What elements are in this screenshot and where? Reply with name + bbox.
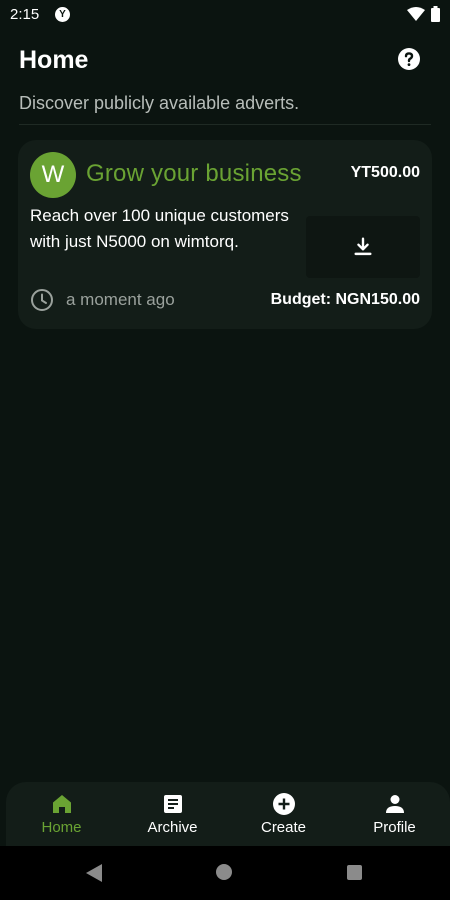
advert-title: Grow your business bbox=[86, 160, 302, 187]
download-icon bbox=[354, 237, 372, 256]
nav-home[interactable]: Home bbox=[6, 782, 117, 846]
advert-description: Reach over 100 unique customers with jus… bbox=[30, 206, 289, 251]
app-header: Home bbox=[0, 40, 450, 84]
back-icon[interactable] bbox=[86, 864, 102, 882]
posted-time: a moment ago bbox=[66, 290, 175, 309]
nav-create-label: Create bbox=[260, 819, 307, 836]
clock-icon bbox=[31, 289, 53, 311]
add-circle-icon bbox=[273, 793, 295, 815]
page-subtitle: Discover publicly available adverts. bbox=[19, 93, 300, 113]
app-notification-icon: Y bbox=[55, 7, 70, 22]
advert-budget: Budget: NGN150.00 bbox=[270, 291, 420, 308]
posted-time-row: a moment ago bbox=[30, 288, 175, 312]
nav-profile[interactable]: Profile bbox=[339, 782, 450, 846]
bottom-navigation: Home Archive Create Profile bbox=[6, 782, 450, 846]
archive-icon bbox=[164, 795, 182, 813]
nav-create[interactable]: Create bbox=[228, 782, 339, 846]
help-icon[interactable] bbox=[397, 47, 421, 71]
nav-home-label: Home bbox=[41, 819, 82, 836]
battery-icon bbox=[431, 6, 440, 22]
page-title: Home bbox=[19, 46, 89, 74]
status-bar: 2:15 Y bbox=[0, 0, 450, 30]
advertiser-avatar: W bbox=[30, 152, 76, 198]
home-circle-icon[interactable] bbox=[216, 864, 232, 880]
nav-profile-label: Profile bbox=[373, 819, 416, 836]
download-button[interactable] bbox=[306, 216, 420, 278]
recents-icon[interactable] bbox=[347, 865, 362, 880]
nav-archive-label: Archive bbox=[147, 819, 198, 836]
system-navigation-bar bbox=[0, 846, 450, 900]
home-icon bbox=[53, 795, 71, 813]
advert-card[interactable]: W Grow your business YT500.00 Reach over… bbox=[18, 140, 432, 329]
status-icons bbox=[407, 6, 440, 22]
status-time: 2:15 bbox=[10, 6, 40, 23]
wifi-icon bbox=[407, 7, 425, 21]
nav-archive[interactable]: Archive bbox=[117, 782, 228, 846]
person-icon bbox=[386, 795, 404, 813]
divider bbox=[19, 124, 431, 125]
advert-price: YT500.00 bbox=[350, 164, 420, 181]
